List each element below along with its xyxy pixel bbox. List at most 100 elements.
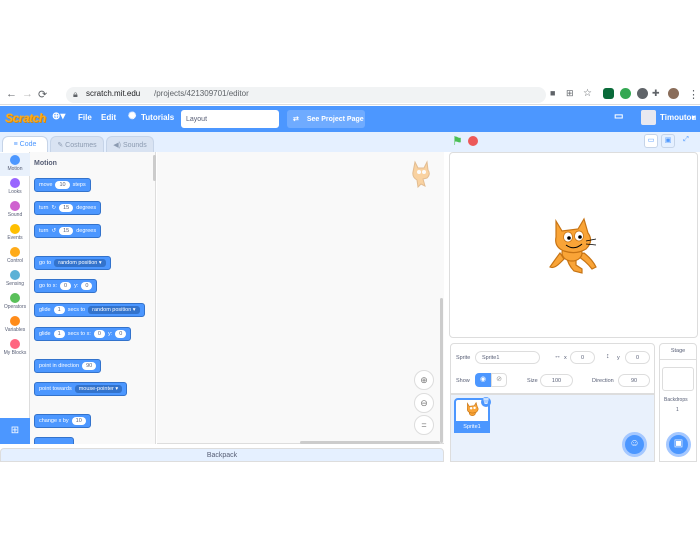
x-input[interactable]: 0 [570,351,595,364]
y-input[interactable]: 0 [115,330,127,338]
delete-sprite-button[interactable]: 🗑︎ [481,397,491,407]
category-sensing[interactable]: Sensing [0,268,30,291]
extension-icon[interactable] [603,88,614,99]
target-dropdown[interactable]: random position ▾ [88,306,140,314]
zoom-in-button[interactable]: ⊕ [414,370,434,390]
green-flag-icon[interactable]: ⚑ [452,134,463,148]
forward-icon[interactable]: → [22,88,33,100]
category-sound[interactable]: Sound [0,199,30,222]
remix-icon: ⇄ [293,116,299,123]
sprite-name-input[interactable]: Sprite1 [475,351,540,364]
cat-sprite[interactable] [546,217,602,275]
add-extension-button[interactable]: ⊞ [0,418,30,444]
address-bar[interactable]: 🔒︎ scratch.mit.edu /projects/421309701/e… [66,87,546,103]
go-to-xy-block[interactable]: go to x: 0 y: 0 [34,279,98,293]
see-project-page-button[interactable]: ⇄ See Project Page [287,110,365,128]
block-text: turn [39,205,49,211]
set-x-block[interactable] [34,437,74,444]
stage-canvas[interactable] [449,152,698,338]
avatar[interactable] [641,110,656,125]
glide-to-block[interactable]: glide 1 secs to random position ▾ [34,303,145,317]
kebab-menu-icon[interactable]: ⋮ [688,88,699,101]
choose-backdrop-button[interactable]: ▣ [666,432,691,457]
large-stage-button[interactable]: ▣ [661,134,675,148]
y-input[interactable]: 0 [81,282,93,290]
reload-icon[interactable]: ⟳ [38,88,47,101]
x-input[interactable]: 0 [60,282,72,290]
extension-icon[interactable] [620,88,631,99]
backpack[interactable]: Backpack [0,448,444,462]
script-area[interactable] [157,152,444,444]
project-title-input[interactable] [181,110,279,128]
category-operators[interactable]: Operators [0,291,30,314]
turn-right-block[interactable]: turn ↻ 15 degrees [34,201,102,215]
direction-input[interactable]: 90 [618,374,650,387]
zoom-out-button[interactable]: ⊖ [414,393,434,413]
back-icon[interactable]: ← [6,88,17,100]
stop-button[interactable] [468,136,478,146]
category-looks[interactable]: Looks [0,176,30,199]
tab-code[interactable]: ≡ Code [2,136,48,152]
tab-sounds[interactable]: ◀) Sounds [106,136,154,152]
show-visible-icon[interactable]: ◉ [475,373,491,387]
category-label: Sound [7,212,23,218]
profile-icon[interactable] [668,88,679,99]
category-control[interactable]: Control [0,245,30,268]
translate-icon[interactable]: ⊞ [566,88,574,99]
y-input[interactable]: 0 [625,351,650,364]
file-menu[interactable]: File [78,113,92,122]
zoom-reset-button[interactable]: = [414,415,434,435]
tutorials-button[interactable]: Tutorials [141,113,174,122]
tab-code-label: Code [19,141,37,148]
point-towards-block[interactable]: point towards mouse-pointer ▾ [34,382,128,396]
secs-input[interactable]: 1 [53,306,65,314]
lightbulb-icon: ✺ [128,111,137,122]
move-steps-block[interactable]: move 10 steps [34,178,91,192]
globe-icon[interactable]: ⊕▾ [52,111,65,122]
palette-scrollbar[interactable] [153,155,156,181]
category-my-blocks[interactable]: My Blocks [0,337,30,360]
folder-icon[interactable]: ▭ [614,111,623,122]
choose-sprite-button[interactable]: ☺ [622,432,647,457]
number-input[interactable]: 15 [59,227,74,235]
star-icon[interactable]: ☆ [583,88,592,99]
target-dropdown[interactable]: random position ▾ [54,259,106,267]
y-arrow-icon: ↕ [606,353,610,360]
number-input[interactable]: 15 [59,204,74,212]
menu-bar: Scratch ⊕▾ File Edit ✺ Tutorials ⇄ See P… [0,106,700,132]
hide-sprite-icon[interactable]: ⊘ [491,373,507,387]
number-input[interactable]: 10 [55,181,70,189]
target-dropdown[interactable]: mouse-pointer ▾ [74,385,123,393]
stage-thumbnail[interactable] [662,367,694,391]
x-input[interactable]: 0 [93,330,105,338]
turn-left-block[interactable]: turn ↺ 15 degrees [34,224,102,238]
block-text: secs to [67,307,86,313]
fullscreen-button[interactable]: ⤢ [679,134,693,148]
puzzle-icon[interactable]: ✚ [652,88,660,99]
username[interactable]: Timoutou [660,113,696,122]
glide-to-xy-block[interactable]: glide 1 secs to x: 0 y: 0 [34,327,132,341]
camera-icon[interactable]: ■ [550,88,555,98]
category-variables[interactable]: Variables [0,314,30,337]
size-input[interactable]: 100 [540,374,573,387]
number-input[interactable]: 10 [71,417,86,425]
go-to-block[interactable]: go to random position ▾ [34,256,111,270]
small-stage-button[interactable]: ▭ [644,134,658,148]
block-text: degrees [76,228,97,234]
category-motion[interactable]: Motion [0,153,30,176]
zoom-in-icon: ⊕ [420,375,428,385]
looks-color-dot [10,178,20,188]
chevron-down-icon[interactable]: ▾ [692,114,695,121]
extension-icon[interactable] [637,88,648,99]
secs-input[interactable]: 1 [53,330,65,338]
script-scrollbar-horizontal[interactable] [300,441,440,444]
direction-input[interactable]: 90 [82,362,97,370]
tab-costumes[interactable]: ✎ Costumes [50,136,104,152]
edit-menu[interactable]: Edit [101,113,116,122]
script-scrollbar-vertical[interactable] [440,298,443,443]
point-in-direction-block[interactable]: point in direction 90 [34,359,102,373]
scratch-logo[interactable]: Scratch [5,111,46,125]
category-events[interactable]: Events [0,222,30,245]
browser-toolbar: ← → ⟳ 🔒︎ scratch.mit.edu /projects/42130… [0,85,700,105]
change-x-block[interactable]: change x by 10 [34,414,91,428]
